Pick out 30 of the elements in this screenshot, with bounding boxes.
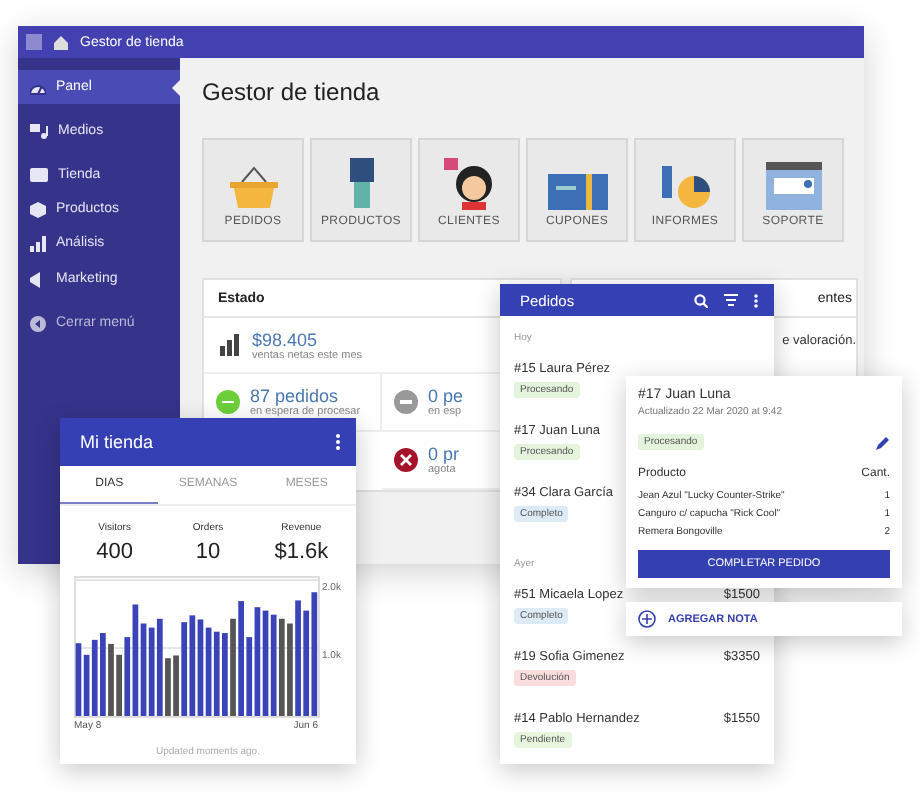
filter-icon: [724, 294, 738, 306]
coupon-icon: [547, 174, 607, 210]
page-title: Gestor de tienda: [202, 78, 382, 110]
report-icon: [657, 162, 713, 210]
plus-circle-icon: [638, 610, 656, 628]
stat-value[interactable]: 0 pr: [428, 444, 460, 464]
pencil-icon: [876, 435, 890, 449]
search-icon: [694, 293, 708, 307]
store-icon: [30, 168, 48, 182]
collapse-icon: [30, 315, 46, 331]
close-circle-icon: [394, 448, 418, 472]
stat-value: 400: [96, 540, 134, 564]
stat-value[interactable]: 0 pe: [428, 386, 464, 406]
card-title: Mi tienda: [80, 432, 154, 452]
gauge-icon: [30, 79, 46, 95]
stat-value: 10: [195, 540, 221, 564]
media-icon: [30, 123, 48, 139]
bar-chart-icon: [220, 334, 240, 356]
home-icon: [54, 35, 68, 49]
bar-chart-icon: [30, 235, 46, 251]
browser-icon: [765, 162, 821, 210]
logo-icon: [26, 34, 42, 50]
stat-value: $1.6k: [274, 540, 329, 564]
basket-icon: [225, 166, 281, 210]
minus-circle-icon: [394, 390, 418, 414]
box-icon: [30, 201, 46, 217]
megaphone-icon: [30, 271, 46, 287]
customer-icon: [443, 158, 495, 210]
stat-value[interactable]: 87 pedidos: [250, 386, 361, 406]
sales-value[interactable]: $98.405: [252, 329, 363, 349]
